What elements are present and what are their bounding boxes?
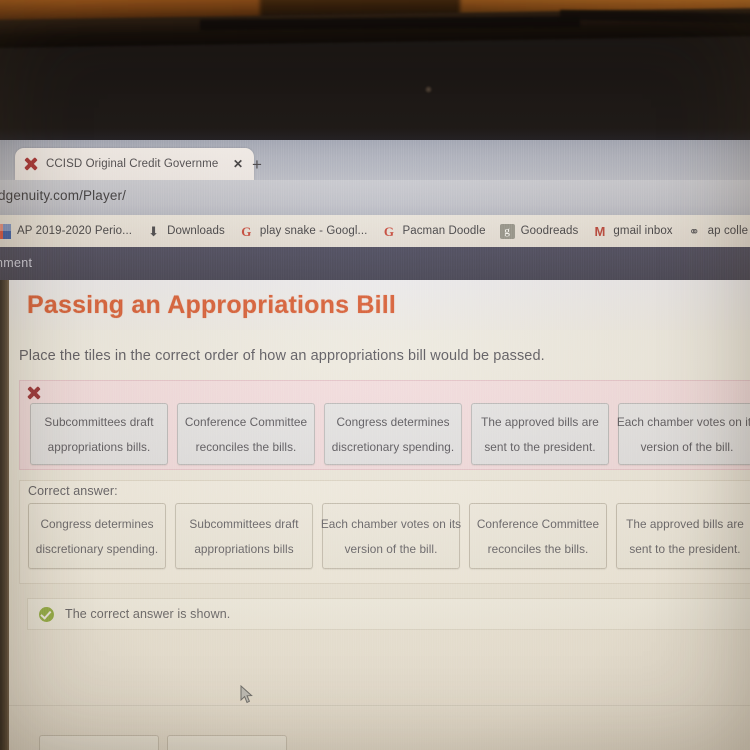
tile-line-1: Congress determines (40, 516, 154, 531)
google-icon: G (241, 223, 252, 239)
close-icon[interactable]: ✕ (230, 157, 246, 171)
bookmark-label: Pacman Doodle (402, 225, 486, 237)
answer-tile[interactable]: Congress determines discretionary spendi… (324, 403, 462, 465)
bookmark-gmail-inbox[interactable]: M gmail inbox (592, 224, 672, 239)
tile-line-2: discretionary spending. (331, 439, 455, 454)
tile-line-2: version of the bill. (640, 439, 734, 454)
tile-line-2: appropriations bills. (47, 439, 151, 454)
bookmarks-bar: AP 2019-2020 Perio... ⬇ Downloads G play… (0, 215, 750, 247)
tile-line-2: version of the bill. (344, 541, 438, 556)
course-title: nment (0, 256, 33, 270)
tile-line-1: Subcommittees draft (189, 516, 299, 531)
course-header-bar: nment (0, 247, 750, 280)
instruction-text: Place the tiles in the correct order of … (19, 348, 545, 364)
tile-line-2: sent to the president. (629, 541, 741, 556)
bookmark-ap-2019-2020[interactable]: AP 2019-2020 Perio... (0, 223, 133, 239)
goodreads-icon: g (499, 223, 515, 239)
tile-line-2: sent to the president. (484, 439, 596, 454)
status-banner-text: The correct answer is shown. (65, 607, 231, 621)
browser-tabstrip: CCISD Original Credit Governme ✕ + (0, 140, 750, 180)
address-bar[interactable]: dgenuity.com/Player/ (0, 180, 750, 215)
correct-answer-row: Correct answer: Congress determines disc… (19, 480, 750, 584)
browser-window: CCISD Original Credit Governme ✕ + dgenu… (0, 140, 750, 750)
gmail-icon: M (594, 223, 606, 239)
tile-line-1: Each chamber votes on its (320, 516, 462, 531)
screen-photo: CCISD Original Credit Governme ✕ + dgenu… (0, 0, 750, 750)
submitted-tiles: Subcommittees draft appropriations bills… (30, 403, 750, 465)
tile-line-1: Conference Committee (476, 516, 600, 531)
tile-line-2: discretionary spending. (35, 541, 159, 556)
answer-tile[interactable]: Each chamber votes on its version of the… (616, 403, 750, 465)
download-icon: ⬇ (148, 223, 160, 239)
bookmark-goodreads[interactable]: g Goodreads (499, 223, 579, 239)
page-content: Passing an Appropriations Bill Place the… (0, 280, 750, 750)
page-title: Passing an Appropriations Bill (27, 291, 397, 319)
new-tab-button[interactable]: + (246, 154, 268, 176)
answer-tile: Subcommittees draft appropriations bills (175, 503, 313, 569)
shield-icon: ⚭ (688, 223, 700, 239)
tile-line-2: reconciles the bills. (487, 541, 589, 556)
tile-line-2: reconciles the bills. (195, 439, 297, 454)
tile-line-1: The approved bills are (626, 516, 744, 531)
footer-button-next[interactable] (167, 735, 287, 750)
bookmark-downloads[interactable]: ⬇ Downloads (146, 224, 225, 239)
screen-left-edge (0, 280, 9, 750)
bookmark-label: play snake - Googl... (259, 225, 368, 237)
green-check-icon (39, 606, 54, 622)
correct-answer-label: Correct answer: (28, 484, 118, 498)
tile-line-1: Each chamber votes on its (616, 414, 750, 429)
tab-title: CCISD Original Credit Governme (46, 158, 219, 170)
answer-tile: The approved bills are sent to the presi… (616, 503, 750, 569)
bookmark-label: gmail inbox (613, 225, 673, 237)
tile-line-1: Subcommittees draft (44, 414, 154, 429)
tile-line-1: Conference Committee (184, 414, 308, 429)
footer-divider (9, 705, 750, 706)
footer-button-previous[interactable] (39, 735, 159, 750)
red-x-icon (23, 156, 39, 172)
bookmark-label: ap colle (707, 225, 749, 237)
bookmark-play-snake[interactable]: G play snake - Googl... (239, 224, 368, 239)
answer-tile: Congress determines discretionary spendi… (28, 503, 166, 569)
tile-line-1: Congress determines (336, 414, 450, 429)
answer-tile[interactable]: The approved bills are sent to the presi… (471, 403, 609, 465)
tile-line-2: appropriations bills (194, 541, 294, 556)
answer-tile[interactable]: Conference Committee reconciles the bill… (177, 403, 315, 465)
browser-tab-active[interactable]: CCISD Original Credit Governme ✕ (15, 148, 254, 180)
tile-line-1: The approved bills are (481, 414, 599, 429)
correct-tiles: Congress determines discretionary spendi… (28, 503, 750, 569)
sheets-icon (0, 223, 11, 239)
google-icon: G (383, 223, 394, 239)
status-banner: The correct answer is shown. (27, 598, 750, 630)
answer-tile[interactable]: Subcommittees draft appropriations bills… (30, 403, 168, 465)
address-bar-url: dgenuity.com/Player/ (0, 188, 127, 203)
bookmark-label: Goodreads (520, 225, 579, 237)
bookmark-ap-college[interactable]: ⚭ ap colle (687, 224, 748, 239)
submitted-answer-row: Subcommittees draft appropriations bills… (19, 380, 750, 470)
laptop-bezel (0, 0, 750, 146)
red-x-icon (26, 385, 41, 400)
bookmark-label: AP 2019-2020 Perio... (17, 225, 133, 237)
arrow-pointer-icon (240, 685, 253, 704)
activity-card: Passing an Appropriations Bill Place the… (9, 280, 750, 750)
answer-tile: Each chamber votes on its version of the… (320, 503, 462, 569)
bookmark-pacman-doodle[interactable]: G Pacman Doodle (381, 223, 486, 239)
webcam-icon (425, 86, 432, 93)
answer-tile: Conference Committee reconciles the bill… (469, 503, 607, 569)
bookmark-label: Downloads (167, 225, 225, 237)
